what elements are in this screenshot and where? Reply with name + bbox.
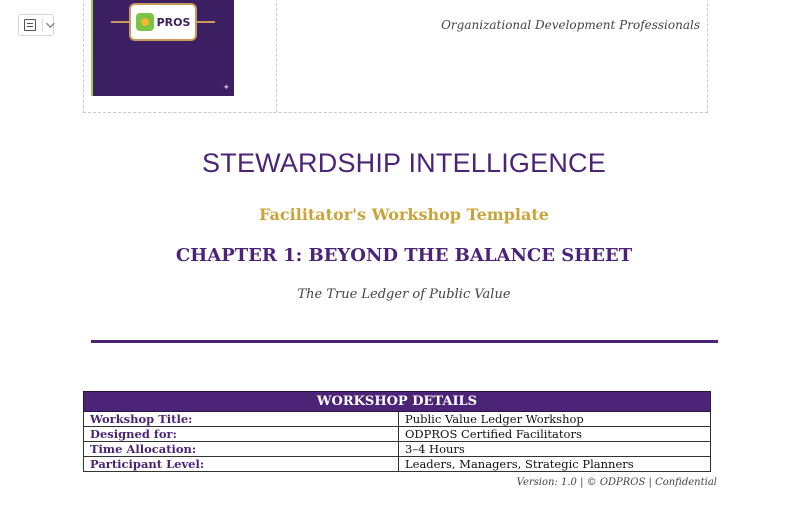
logo-accent-stripe [91,0,93,96]
view-options-button[interactable] [18,14,55,36]
logo-rule-right [197,21,215,23]
document-title: STEWARDSHIP INTELLIGENCE [202,148,606,178]
chapter-heading: CHAPTER 1: BEYOND THE BALANCE SHEET [175,245,633,266]
organization-name: Organizational Development Professionals [441,18,700,32]
detail-label: Time Allocation: [83,441,399,457]
document-subtitle: Facilitator's Workshop Template [259,205,549,224]
workshop-details-heading: WORKSHOP DETAILS [83,391,711,412]
detail-value: ODPROS Certified Facilitators [398,426,711,442]
document-outline-icon [24,19,36,31]
detail-label: Participant Level: [83,456,399,472]
logo-mark-icon [135,13,154,31]
logo-text: PROS [156,15,191,29]
section-divider [91,340,718,343]
logo-badge: PROS [129,3,197,41]
detail-value: 3–4 Hours [398,441,711,457]
chapter-tagline: The True Ledger of Public Value [297,287,511,302]
odpros-logo: PROS ✦ [91,0,234,96]
sparkle-icon: ✦ [222,83,230,93]
detail-value: Leaders, Managers, Strategic Planners [398,456,711,472]
logo-rule-left [111,21,129,23]
header-column-divider [276,0,277,112]
detail-label: Workshop Title: [83,411,399,427]
detail-label: Designed for: [83,426,399,442]
table-row: Time Allocation: 3–4 Hours [83,441,711,457]
table-row: Designed for: ODPROS Certified Facilitat… [83,426,711,442]
toolbar-divider [42,18,43,32]
version-footer: Version: 1.0 | © ODPROS | Confidential [516,477,717,488]
chevron-down-icon[interactable] [46,19,55,28]
table-row: Participant Level: Leaders, Managers, St… [83,456,711,472]
workshop-details-table: WORKSHOP DETAILS Workshop Title: Public … [83,391,711,472]
table-row: Workshop Title: Public Value Ledger Work… [83,411,711,427]
detail-value: Public Value Ledger Workshop [398,411,711,427]
